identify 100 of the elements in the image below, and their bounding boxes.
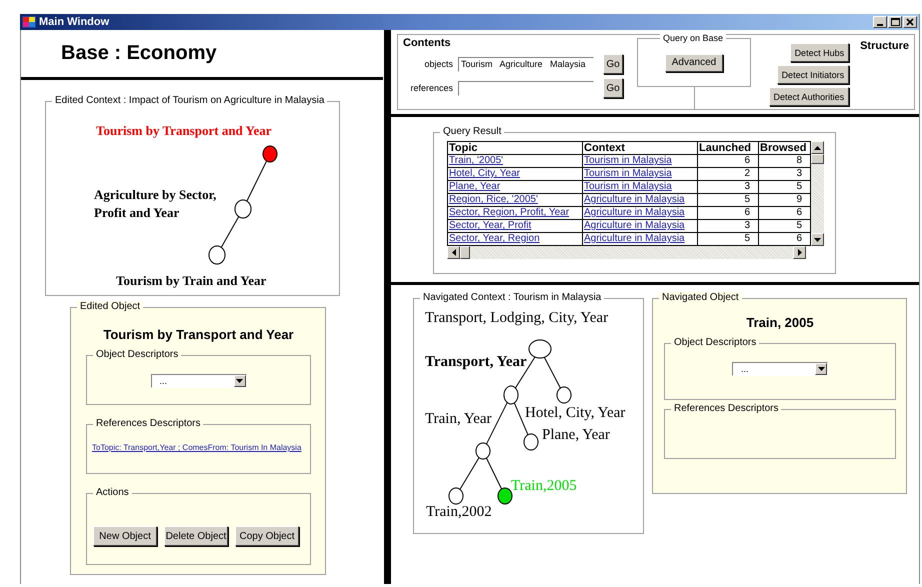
table-cell: 5 xyxy=(758,220,810,232)
column-header[interactable]: Browsed xyxy=(758,142,810,154)
table-link[interactable]: Agriculture in Malaysia xyxy=(582,206,698,220)
column-header[interactable]: Context xyxy=(582,142,698,154)
minimize-button[interactable] xyxy=(873,16,887,28)
tree-node[interactable] xyxy=(234,200,252,218)
tree-node[interactable] xyxy=(528,340,552,358)
tree-node[interactable] xyxy=(556,386,572,404)
close-icon xyxy=(906,18,914,26)
field-label: references xyxy=(409,83,454,93)
table-cell: 3 xyxy=(698,180,758,194)
app-icon xyxy=(22,16,36,28)
go-button[interactable]: Go xyxy=(603,78,623,98)
field-label: objects xyxy=(423,59,454,69)
node-label: Hotel, City, Year xyxy=(525,404,626,422)
table-link[interactable]: Agriculture in Malaysia xyxy=(582,194,698,206)
node-label: Plane, Year xyxy=(542,426,610,444)
node-label: Agriculture by Sector, Profit and Year xyxy=(94,186,218,222)
object-title: Tourism by Transport and Year xyxy=(102,327,295,342)
table-cell: 6 xyxy=(698,206,758,220)
window-title: Main Window xyxy=(39,16,110,28)
maximize-button[interactable] xyxy=(888,16,902,28)
table-link[interactable]: Tourism in Malaysia xyxy=(582,154,698,168)
action-button[interactable]: New Object xyxy=(93,526,157,546)
node-label: Train, Year xyxy=(425,410,492,428)
close-button[interactable] xyxy=(903,16,917,28)
node-label: Transport, Lodging, City, Year xyxy=(425,309,608,327)
group-title: References Descriptors xyxy=(671,403,782,415)
scroll-left-icon xyxy=(452,249,456,256)
scroll-up-icon xyxy=(814,146,821,150)
splitter-bar[interactable] xyxy=(383,30,391,584)
table-link[interactable]: Tourism in Malaysia xyxy=(582,168,698,180)
base-title: Base : Economy xyxy=(61,42,217,65)
table-link[interactable]: Agriculture in Malaysia xyxy=(582,220,698,232)
tree-node[interactable] xyxy=(476,442,490,460)
tree-node[interactable] xyxy=(208,246,226,264)
table-cell: 6 xyxy=(758,206,810,220)
group-title: Edited Object xyxy=(77,301,144,313)
structure-title: Structure xyxy=(859,39,910,54)
dropdown-arrow-icon xyxy=(818,367,824,371)
scroll-thumb[interactable] xyxy=(460,246,470,259)
table-link[interactable]: Sector, Region, Profit, Year xyxy=(448,206,582,220)
tree-node[interactable] xyxy=(262,146,278,162)
table-cell: 9 xyxy=(758,194,810,206)
action-button[interactable]: Copy Object xyxy=(235,526,299,546)
node-label: Train,2005 xyxy=(511,477,577,495)
node-label: Tourism by Train and Year xyxy=(116,272,266,290)
table-cell: 8 xyxy=(758,154,810,168)
scroll-thumb[interactable] xyxy=(811,154,824,164)
tree-edge xyxy=(544,356,561,389)
table-cell: 5 xyxy=(758,180,810,194)
column-header[interactable]: Launched xyxy=(698,142,758,154)
tree-node[interactable] xyxy=(498,488,512,504)
scroll-right-icon xyxy=(798,249,802,256)
contents-title: Contents xyxy=(403,37,452,49)
descriptor-dropdown[interactable]: ... xyxy=(732,362,828,376)
table-link[interactable]: Plane, Year xyxy=(448,180,582,194)
detect-button[interactable]: Detect Initiators xyxy=(776,65,850,84)
table-cell: 6 xyxy=(698,154,758,168)
table-cell: 3 xyxy=(758,168,810,180)
table-cell: 3 xyxy=(698,220,758,232)
tree-edge xyxy=(486,457,502,490)
scroll-down-icon xyxy=(814,238,821,242)
go-button[interactable]: Go xyxy=(603,54,623,74)
group-title: Query Result xyxy=(440,126,504,138)
tree-node[interactable] xyxy=(504,386,518,404)
maximize-icon xyxy=(890,18,900,26)
table-link[interactable]: Train, '2005' xyxy=(448,154,582,168)
object-title: Train, 2005 xyxy=(745,315,815,330)
tree-node[interactable] xyxy=(524,434,538,450)
group-title: References Descriptors xyxy=(93,418,204,430)
group-title: Query on Base xyxy=(660,32,726,44)
dropdown-arrow-icon xyxy=(236,379,243,383)
node-label: Train,2002 xyxy=(426,503,492,521)
tree-edge xyxy=(459,457,480,490)
table-link[interactable]: Tourism in Malaysia xyxy=(582,180,698,194)
table-cell: 2 xyxy=(698,168,758,180)
group-title: Navigated Context : Tourism in Malaysia xyxy=(420,292,604,304)
tree-edge xyxy=(220,216,240,248)
advanced-button[interactable]: Advanced xyxy=(664,54,724,72)
table-link[interactable]: Hotel, City, Year xyxy=(448,168,582,180)
table-link[interactable]: Region, Rice, '2005' xyxy=(448,194,582,206)
table-link[interactable]: Sector, Year, Profit xyxy=(448,220,582,232)
column-header[interactable]: Topic xyxy=(448,142,582,154)
table-cell: 5 xyxy=(698,194,758,206)
tree-node[interactable] xyxy=(448,488,464,504)
detect-button[interactable]: Detect Authorities xyxy=(768,87,850,106)
reference-link[interactable]: ToTopic: Transport,Year ; ComesFrom: Tourism In Malaysia xyxy=(92,443,302,452)
group-title: Edited Context : Impact of Tourism on Agriculture in Malaysia xyxy=(52,95,328,107)
action-button[interactable]: Delete Object xyxy=(164,526,228,546)
group-title: Object Descriptors xyxy=(671,337,760,349)
input-field[interactable]: Tourism Agriculture Malaysia xyxy=(458,56,594,72)
descriptor-dropdown[interactable]: ... xyxy=(150,374,246,388)
node-label: Tourism by Transport and Year xyxy=(96,122,272,140)
detect-button[interactable]: Detect Hubs xyxy=(790,43,850,62)
tree-edge xyxy=(246,160,268,202)
node-label: Transport, Year xyxy=(425,353,527,371)
group-title: Navigated Object xyxy=(659,292,742,304)
group-title: Object Descriptors xyxy=(93,349,182,361)
vertical-scrollbar[interactable] xyxy=(811,141,824,246)
